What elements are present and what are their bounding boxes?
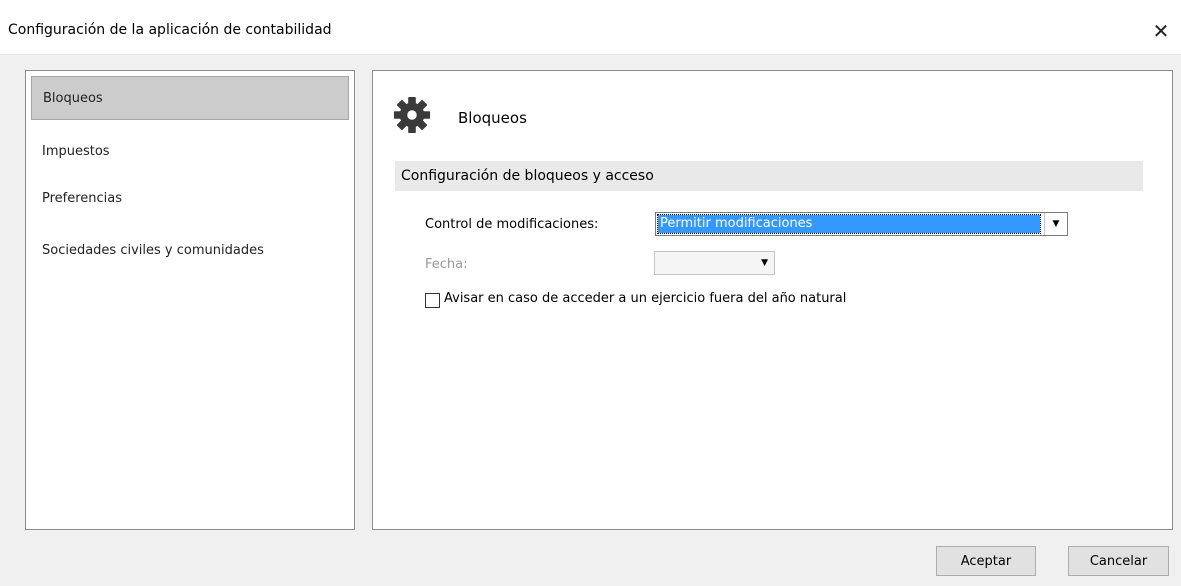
sidebar-item-sociedades[interactable]: Sociedades civiles y comunidades — [31, 228, 349, 272]
ejercicio-checkbox[interactable] — [425, 293, 440, 308]
sidebar-item-impuestos[interactable]: Impuestos — [31, 129, 349, 173]
fecha-select[interactable]: ▼ — [654, 251, 775, 275]
gear-icon — [393, 96, 431, 134]
sidebar-item-preferencias[interactable]: Preferencias — [31, 176, 349, 220]
close-icon[interactable]: ✕ — [1141, 14, 1181, 48]
panel-title: Bloqueos — [458, 109, 527, 127]
sidebar-item-label: Preferencias — [42, 190, 123, 206]
sidebar-item-label: Impuestos — [42, 143, 110, 159]
sidebar-item-bloqueos[interactable]: Bloqueos — [31, 76, 349, 120]
window-title: Configuración de la aplicación de contab… — [8, 22, 332, 38]
control-modificaciones-value: Permitir modificaciones — [657, 214, 1041, 234]
sidebar-item-label: Sociedades civiles y comunidades — [42, 242, 264, 258]
ejercicio-checkbox-label[interactable]: Avisar en caso de acceder a un ejercicio… — [444, 291, 846, 306]
section-header: Configuración de bloqueos y acceso — [395, 161, 1143, 191]
section-header-label: Configuración de bloqueos y acceso — [401, 168, 654, 184]
chevron-down-icon[interactable]: ▼ — [1044, 213, 1067, 235]
control-modificaciones-label: Control de modificaciones: — [425, 217, 599, 232]
title-bar: Configuración de la aplicación de contab… — [0, 0, 1181, 55]
chevron-down-icon[interactable]: ▼ — [761, 252, 768, 274]
fecha-label: Fecha: — [425, 257, 468, 272]
cancel-button[interactable]: Cancelar — [1068, 546, 1169, 576]
settings-panel: Bloqueos Configuración de bloqueos y acc… — [372, 70, 1173, 530]
sidebar: Bloqueos Impuestos Preferencias Sociedad… — [25, 70, 355, 530]
control-modificaciones-select[interactable]: Permitir modificaciones ▼ — [655, 212, 1068, 236]
sidebar-item-label: Bloqueos — [43, 90, 103, 106]
accept-button[interactable]: Aceptar — [936, 546, 1036, 576]
